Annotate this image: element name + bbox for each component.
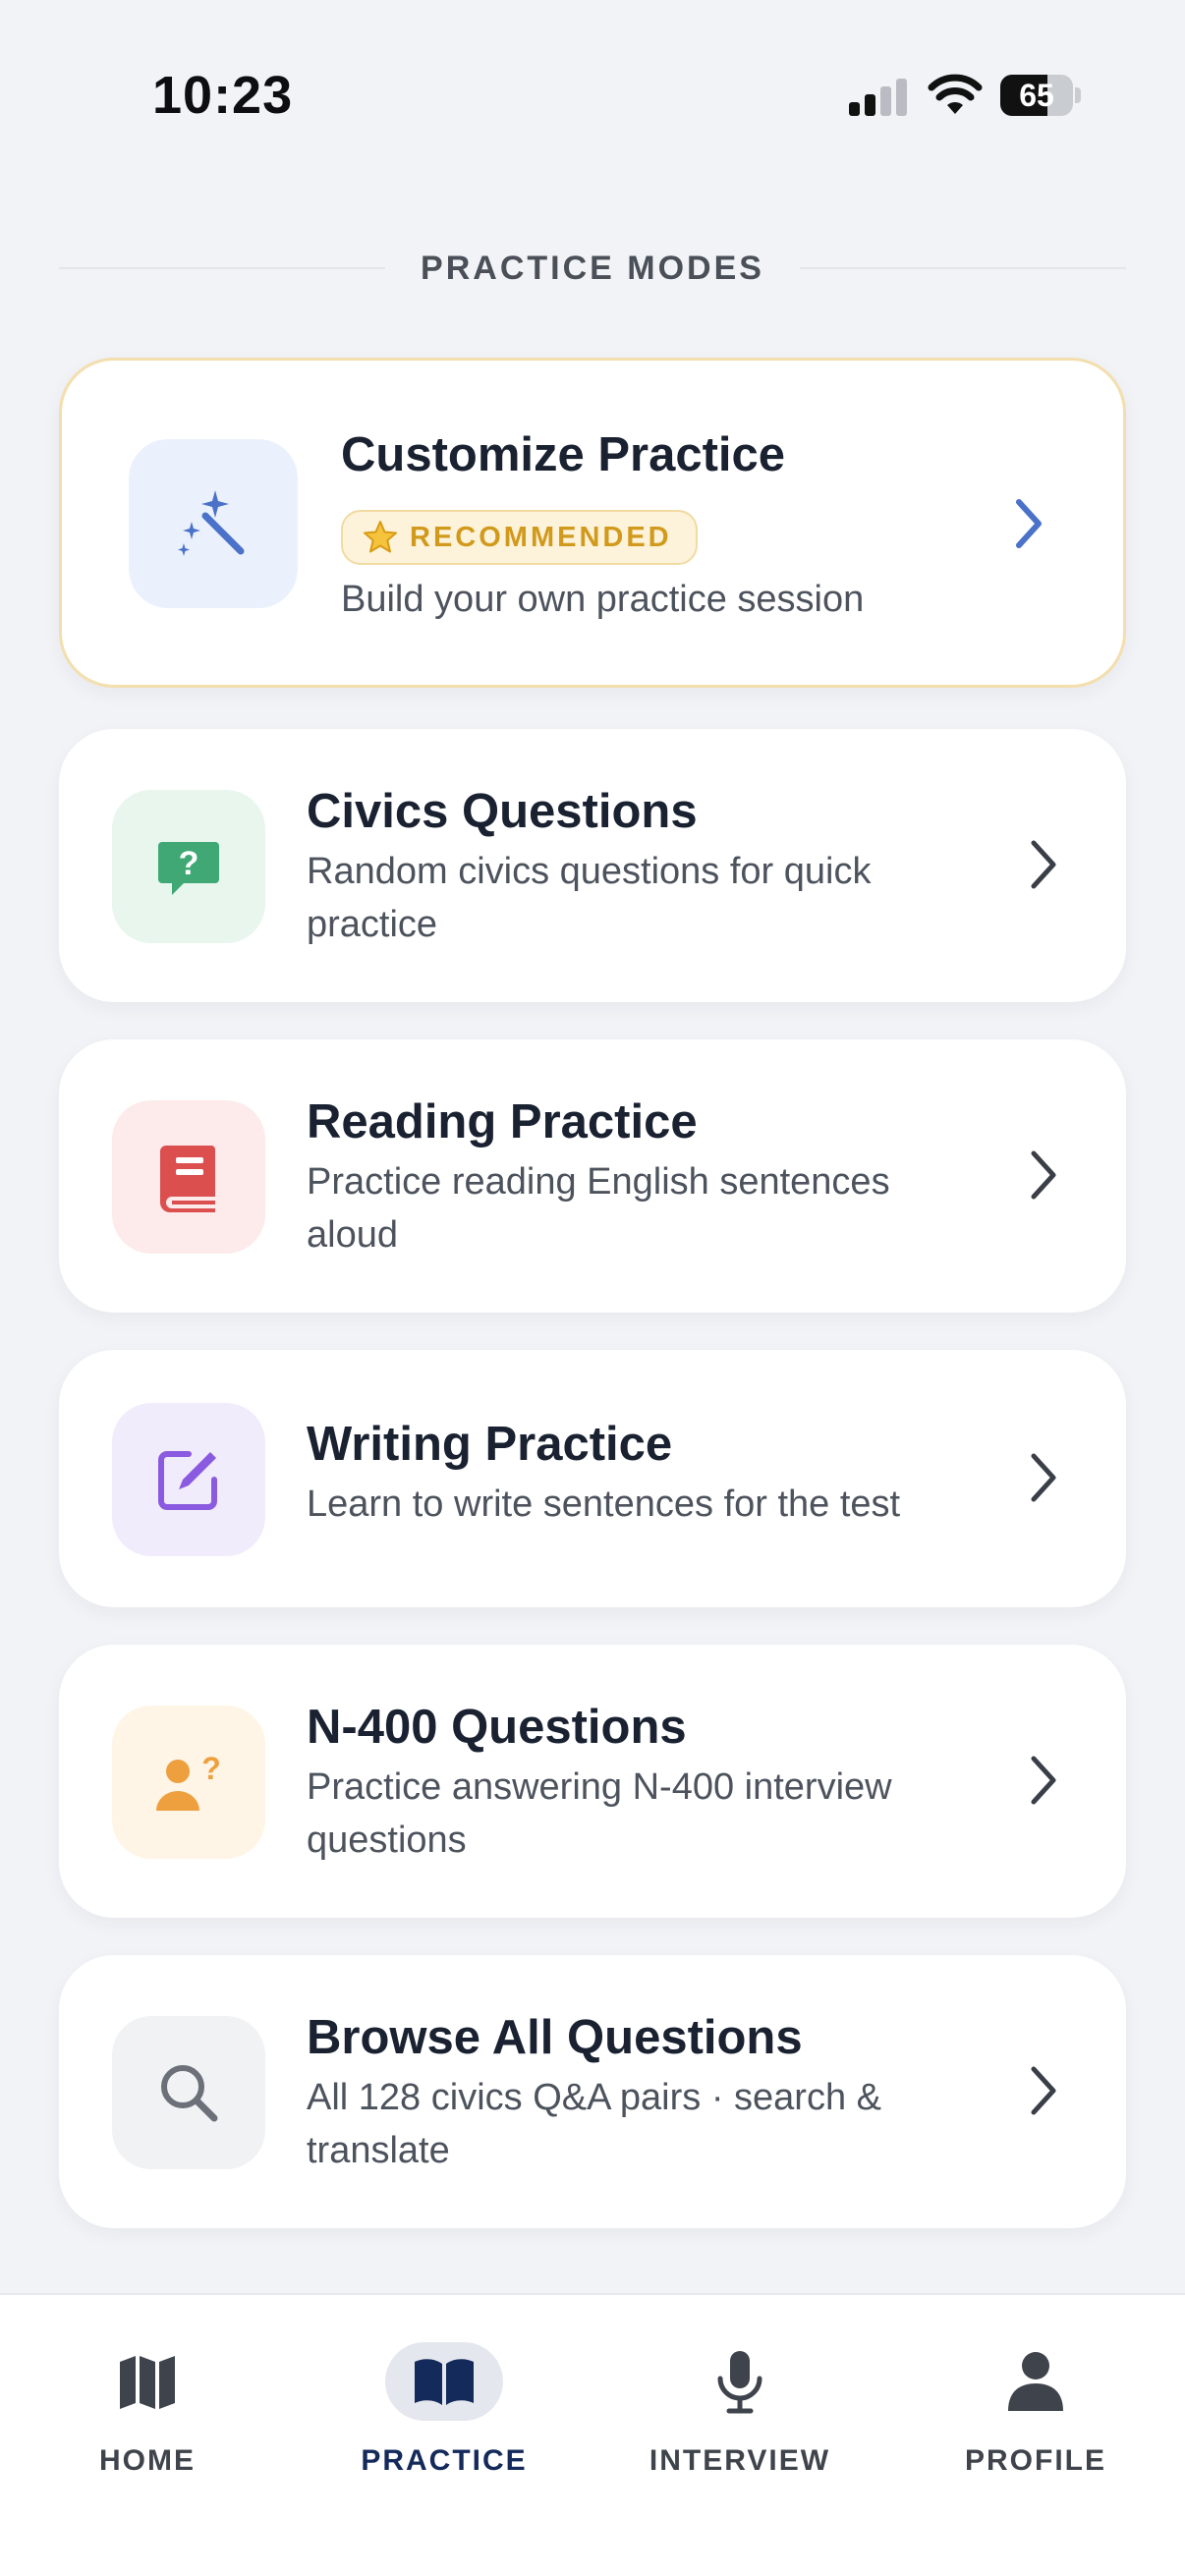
card-browse-all-questions[interactable]: Browse All Questions All 128 civics Q&A …	[59, 1955, 1126, 2228]
nav-label: HOME	[99, 2444, 196, 2477]
card-writing-practice[interactable]: Writing Practice Learn to write sentence…	[59, 1350, 1126, 1607]
nav-item-interview[interactable]: INTERVIEW	[602, 2342, 877, 2499]
svg-text:?: ?	[179, 845, 199, 882]
nav-icon-wrap	[681, 2342, 799, 2421]
chevron-right-icon	[1031, 1756, 1056, 1805]
card-reading-practice[interactable]: Reading Practice Practice reading Englis…	[59, 1039, 1126, 1313]
card-icon-tile: ?	[112, 790, 265, 943]
nav-icon-wrap	[977, 2342, 1095, 2421]
status-time: 10:23	[152, 66, 294, 125]
chevron-right-icon	[1016, 499, 1042, 548]
card-icon-tile	[112, 2016, 265, 2169]
nav-icon-wrap	[385, 2342, 503, 2421]
card-subtitle-line1: Practice answering N-400 interview	[307, 1766, 892, 1808]
edit-icon	[158, 1451, 217, 1510]
microphone-icon	[717, 2351, 762, 2414]
card-subtitle: Learn to write sentences for the test	[307, 1484, 901, 1525]
card-icon-tile	[129, 439, 298, 608]
card-subtitle-line1: Random civics questions for quick	[307, 851, 872, 892]
card-title: Reading Practice	[307, 1095, 698, 1148]
chevron-right-icon	[1031, 840, 1056, 889]
card-n400-questions[interactable]: ? N-400 Questions Practice answering N-4…	[59, 1645, 1126, 1918]
nav-label: PROFILE	[964, 2444, 1106, 2477]
card-customize-practice[interactable]: Customize Practice RECOMMENDED Build you…	[59, 358, 1126, 688]
divider	[799, 267, 1127, 269]
nav-icon-wrap	[88, 2342, 206, 2421]
card-title: Civics Questions	[307, 785, 698, 838]
card-title: Writing Practice	[307, 1418, 673, 1471]
card-subtitle-line1: All 128 civics Q&A pairs · search &	[307, 2077, 881, 2118]
card-subtitle-line1: Practice reading English sentences	[307, 1161, 890, 1203]
nav-item-profile[interactable]: PROFILE	[898, 2342, 1173, 2499]
nav-label: INTERVIEW	[649, 2444, 831, 2477]
card-subtitle-line2: questions	[307, 1820, 467, 1861]
card-subtitle-line2: practice	[307, 904, 438, 945]
card-title: Browse All Questions	[307, 2011, 803, 2064]
card-subtitle-line2: translate	[307, 2130, 450, 2171]
magic-wand-icon	[178, 490, 245, 556]
chevron-right-icon	[1031, 1150, 1056, 1200]
card-subtitle-line2: aloud	[307, 1214, 398, 1256]
star-icon	[364, 521, 397, 553]
nav-item-home[interactable]: HOME	[10, 2342, 285, 2499]
card-title: Customize Practice	[341, 428, 786, 481]
divider	[59, 267, 386, 269]
card-icon-tile	[112, 1403, 265, 1556]
nav-item-practice[interactable]: PRACTICE	[307, 2342, 582, 2499]
open-book-icon	[415, 2359, 474, 2405]
chevron-right-icon	[1031, 1453, 1056, 1502]
wifi-icon	[928, 74, 983, 114]
book-icon	[160, 1146, 215, 1212]
search-icon	[161, 2065, 218, 2122]
card-title: N-400 Questions	[307, 1701, 687, 1754]
card-subtitle: Build your own practice session	[341, 579, 865, 620]
status-bar: 10:23 65	[0, 0, 1185, 187]
chevron-right-icon	[1031, 2066, 1056, 2115]
battery-cap	[1075, 87, 1081, 103]
person-icon	[1008, 2352, 1063, 2411]
card-icon-tile: ?	[112, 1706, 265, 1859]
map-icon	[120, 2356, 175, 2409]
bottom-nav: HOME PRACTICE INTERVIEW PROFILE	[0, 2293, 1185, 2576]
battery-icon: 65	[1000, 75, 1073, 116]
question-bubble-icon: ?	[158, 842, 219, 895]
svg-text:?: ?	[201, 1751, 221, 1786]
person-question-icon: ?	[156, 1751, 221, 1811]
card-civics-questions[interactable]: ? Civics Questions Random civics questio…	[59, 729, 1126, 1002]
battery-percent: 65	[1019, 77, 1054, 113]
cellular-signal-icon	[849, 77, 908, 116]
nav-label: PRACTICE	[361, 2444, 528, 2477]
recommended-badge: RECOMMENDED	[341, 510, 698, 565]
badge-label: RECOMMENDED	[410, 521, 672, 553]
card-icon-tile	[112, 1100, 265, 1254]
section-header: PRACTICE MODES	[59, 244, 1127, 293]
section-title: PRACTICE MODES	[421, 249, 764, 287]
